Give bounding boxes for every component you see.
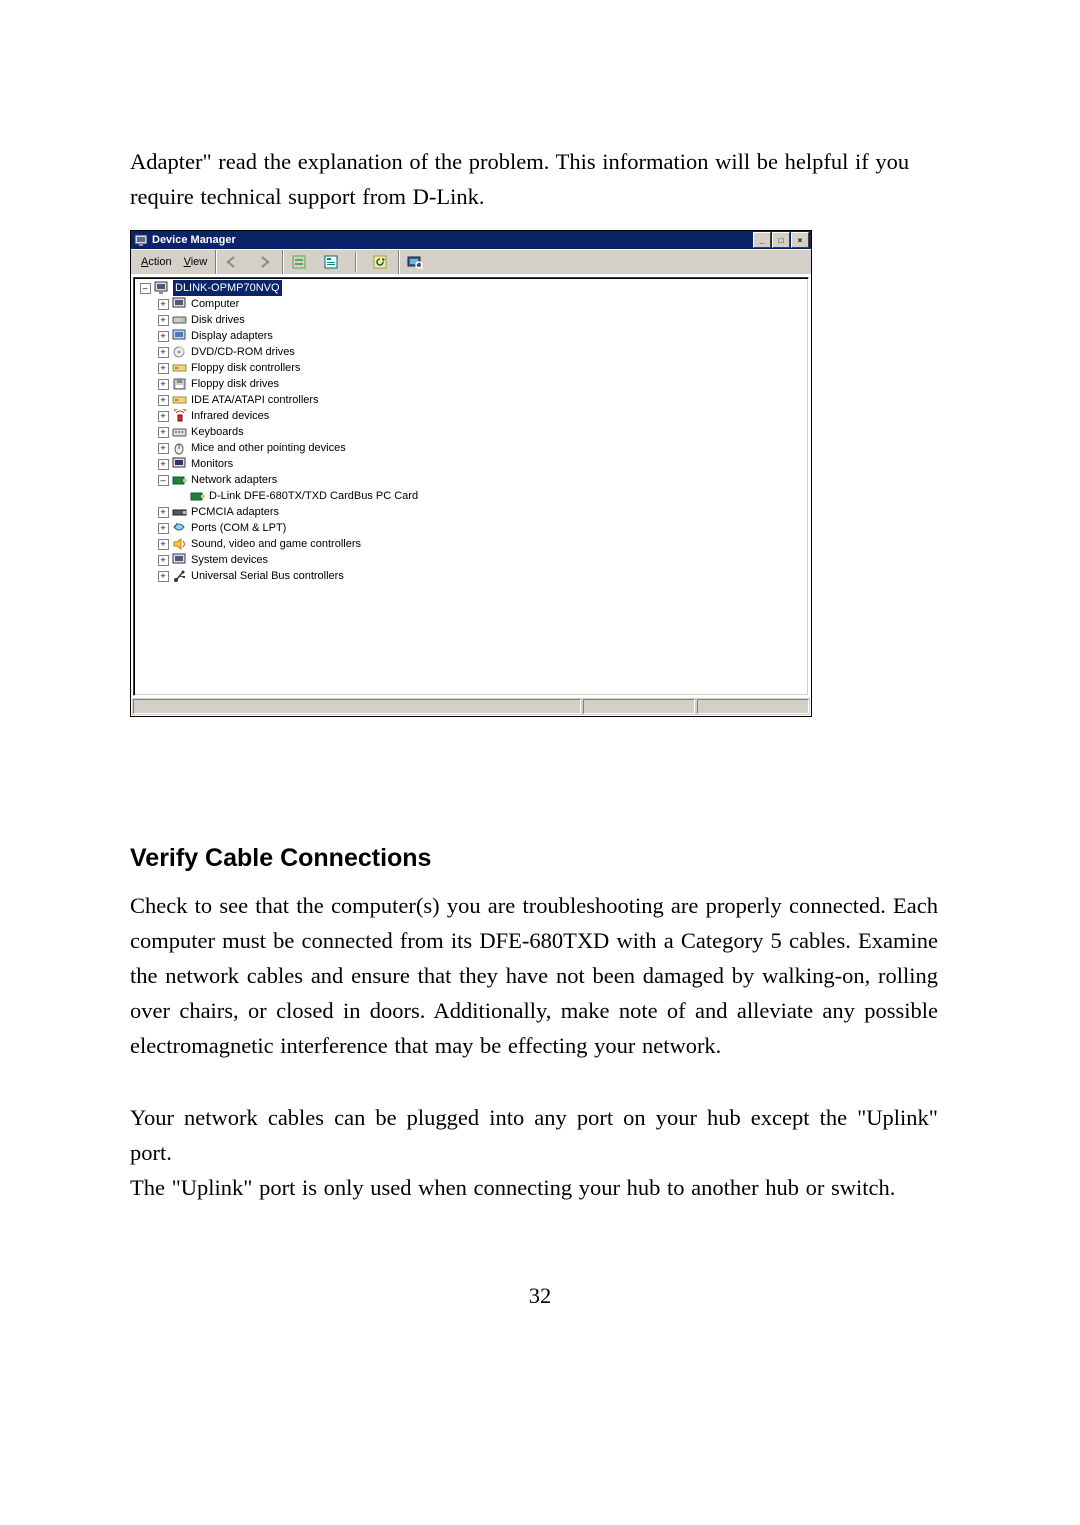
titlebar: Device Manager _ □ × (131, 231, 811, 249)
device-manager-window: Device Manager _ □ × Action View (130, 230, 812, 717)
text-line: Adapter" read the explanation of the pro… (130, 149, 909, 174)
floppy-icon (172, 377, 188, 391)
tree-item-label: System devices (191, 552, 268, 568)
tree-item-label: Monitors (191, 456, 233, 472)
pcmcia-icon (172, 505, 188, 519)
tree-item-label: Computer (191, 296, 239, 312)
page-number: 32 (0, 1283, 1080, 1309)
window-title: Device Manager (152, 234, 749, 246)
paragraph: Check to see that the computer(s) you ar… (130, 889, 938, 1063)
section-heading: Verify Cable Connections (130, 844, 431, 873)
controller-icon (172, 361, 188, 375)
tree-item[interactable]: IDE ATA/ATAPI controllers (136, 392, 808, 408)
show-hide-icon[interactable] (289, 252, 309, 272)
tree-item[interactable]: Disk drives (136, 312, 808, 328)
tree-item-label: Sound, video and game controllers (191, 536, 361, 552)
status-cell (133, 699, 581, 714)
scan-hardware-icon[interactable] (405, 252, 425, 272)
tree-item-label: Floppy disk controllers (191, 360, 300, 376)
network-adapter-icon (190, 489, 206, 503)
tree-item-label: Ports (COM & LPT) (191, 520, 286, 536)
tree-item-label: IDE ATA/ATAPI controllers (191, 392, 319, 408)
tree-item[interactable]: Monitors (136, 456, 808, 472)
tree-item-label: DLINK-OPMP70NVQ (173, 280, 282, 296)
computer-icon (154, 281, 170, 295)
minimize-button[interactable]: _ (753, 232, 771, 248)
paragraph: Your network cables can be plugged into … (130, 1101, 938, 1206)
tree-item[interactable]: Network adapters (136, 472, 808, 488)
app-icon (134, 233, 148, 247)
tree-item[interactable]: Floppy disk drives (136, 376, 808, 392)
text-line: The "Uplink" port is only used when conn… (130, 1175, 895, 1200)
tree-item[interactable]: D-Link DFE-680TX/TXD CardBus PC Card (136, 488, 808, 504)
tree-item-label: D-Link DFE-680TX/TXD CardBus PC Card (209, 488, 418, 504)
tree-item-label: PCMCIA adapters (191, 504, 279, 520)
tree-item-label: Mice and other pointing devices (191, 440, 346, 456)
system-icon (172, 553, 188, 567)
device-tree: DLINK-OPMP70NVQ Computer Disk drives Dis… (133, 277, 809, 696)
display-icon (172, 329, 188, 343)
sound-icon (172, 537, 188, 551)
tree-item-label: DVD/CD-ROM drives (191, 344, 295, 360)
dvd-icon (172, 345, 188, 359)
tree-item-label: Floppy disk drives (191, 376, 279, 392)
tree-item[interactable]: System devices (136, 552, 808, 568)
disk-icon (172, 313, 188, 327)
top-paragraph: Adapter" read the explanation of the pro… (130, 145, 938, 215)
controller-icon (172, 393, 188, 407)
network-adapter-icon (172, 473, 188, 487)
close-button[interactable]: × (791, 232, 809, 248)
ports-icon (172, 521, 188, 535)
menu-view[interactable]: View (184, 256, 208, 268)
tree-item[interactable]: Infrared devices (136, 408, 808, 424)
text-line: require technical support from D-Link. (130, 184, 485, 209)
tree-item[interactable]: Sound, video and game controllers (136, 536, 808, 552)
mouse-icon (172, 441, 188, 455)
computer-icon (172, 297, 188, 311)
status-cell (697, 699, 809, 714)
usb-icon (172, 569, 188, 583)
tree-item[interactable]: Ports (COM & LPT) (136, 520, 808, 536)
tree-item[interactable]: PCMCIA adapters (136, 504, 808, 520)
monitor-icon (172, 457, 188, 471)
statusbar (132, 698, 810, 715)
tree-item[interactable]: Floppy disk controllers (136, 360, 808, 376)
tree-item[interactable]: Computer (136, 296, 808, 312)
tree-item-label: Universal Serial Bus controllers (191, 568, 344, 584)
infrared-icon (172, 409, 188, 423)
tree-item[interactable]: Mice and other pointing devices (136, 440, 808, 456)
tree-item-label: Infrared devices (191, 408, 269, 424)
tree-item[interactable]: DVD/CD-ROM drives (136, 344, 808, 360)
tree-item[interactable]: Universal Serial Bus controllers (136, 568, 808, 584)
text-line: Your network cables can be plugged into … (130, 1105, 938, 1165)
tree-item[interactable]: Display adapters (136, 328, 808, 344)
refresh-icon[interactable] (370, 252, 390, 272)
tree-item-label: Display adapters (191, 328, 273, 344)
keyboard-icon (172, 425, 188, 439)
back-icon[interactable] (222, 252, 242, 272)
tree-item-label: Disk drives (191, 312, 245, 328)
tree-item-label: Keyboards (191, 424, 244, 440)
forward-icon[interactable] (254, 252, 274, 272)
tree-item-label: Network adapters (191, 472, 277, 488)
toolbar: Action View (131, 249, 811, 274)
maximize-button[interactable]: □ (772, 232, 790, 248)
menu-action[interactable]: Action (141, 256, 172, 268)
properties-icon[interactable] (321, 252, 341, 272)
tree-root[interactable]: DLINK-OPMP70NVQ (136, 280, 808, 296)
tree-item[interactable]: Keyboards (136, 424, 808, 440)
status-cell (583, 699, 695, 714)
